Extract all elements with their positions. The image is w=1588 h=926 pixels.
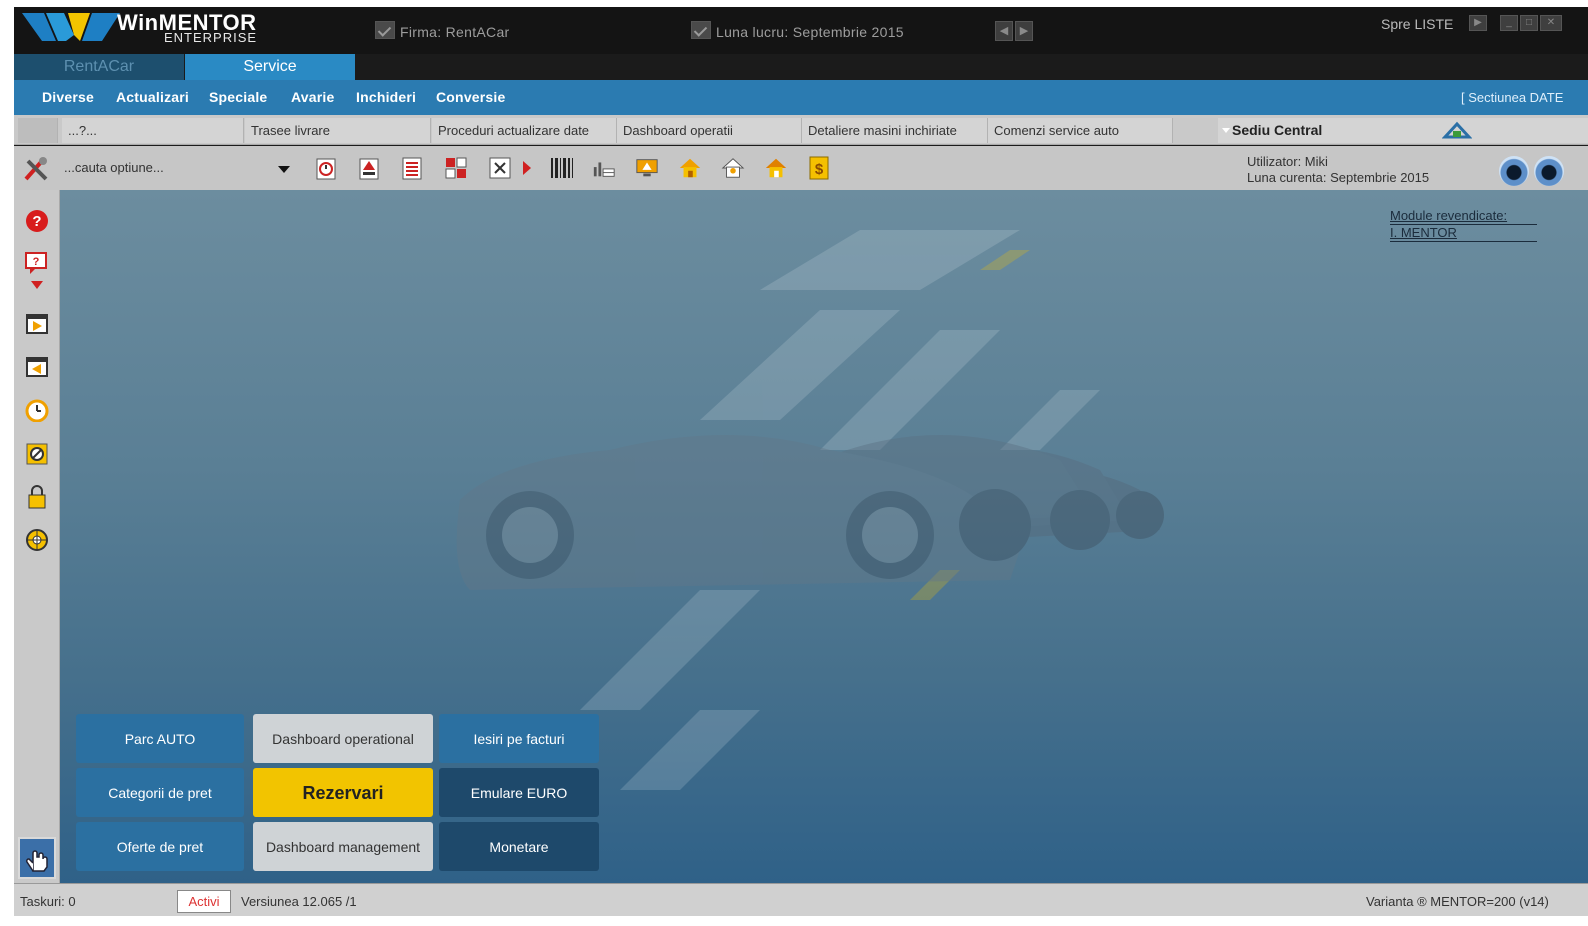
categorii-pret-button[interactable]: Categorii de pret [76,768,244,817]
winmentor-logo-icon [22,13,120,41]
dashboard-operational-button[interactable]: Dashboard operational [253,714,433,763]
eye-left-icon[interactable] [1499,156,1529,186]
app-window: WinMENTOR ENTERPRISE Firma: RentACar Lun… [14,7,1588,916]
section-label: [ Sectiunea DATE [1461,90,1564,105]
shortcut-bar: ...?... Trasee livrare Proceduri actuali… [14,115,1588,145]
menu-bar: Diverse Actualizari Speciale Avarie Inch… [14,80,1588,115]
hand-pointer-button[interactable] [18,837,56,879]
activi-button[interactable]: Activi [177,890,231,913]
house-orange-icon[interactable] [764,155,788,181]
toolbar: ...cauta optiune... $ Utilizator: Miki L… [14,146,1588,190]
firma-check-icon[interactable] [375,21,395,39]
chart-table-icon[interactable] [592,155,616,181]
hand-icon [25,850,48,872]
spre-liste-link[interactable]: Spre LISTE [1381,16,1453,32]
shortcut-detaliere-masini[interactable]: Detaliere masini inchiriate [802,118,988,143]
dashboard-management-button[interactable]: Dashboard management [253,822,433,871]
close-icon[interactable]: ✕ [1540,15,1562,31]
oferte-pret-button[interactable]: Oferte de pret [76,822,244,871]
user-info: Utilizator: Miki Luna curenta: Septembri… [1247,154,1429,186]
status-bar: Taskuri: 0 Activi Versiunea 12.065 /1 Va… [14,883,1588,916]
tab-rentacar[interactable]: RentACar [14,54,184,80]
menu-actualizari[interactable]: Actualizari [116,89,189,105]
tab-service[interactable]: Service [185,54,355,80]
calendar-forward-icon[interactable] [23,309,51,337]
eye-right-icon[interactable] [1534,156,1564,186]
prev-month-icon[interactable]: ◀ [995,21,1013,41]
iesiri-facturi-button[interactable]: Iesiri pe facturi [439,714,599,763]
luna-label: Luna lucru: Septembrie 2015 [716,24,904,40]
modules-title[interactable]: Module revendicate: [1390,208,1538,225]
claimed-modules: Module revendicate: I. MENTOR [1390,208,1538,242]
option-search-dropdown[interactable]: ...cauta optiune... [58,157,298,179]
play-small-icon[interactable] [521,155,533,181]
current-month: Luna curenta: Septembrie 2015 [1247,170,1430,185]
svg-text:?: ? [33,256,40,268]
shortcut-spacer [18,118,58,143]
minimize-icon[interactable]: _ [1500,15,1518,31]
shortcut-dashboard-operatii[interactable]: Dashboard operatii [617,118,802,143]
luna-check-icon[interactable] [691,21,711,39]
task-count: Taskuri: 0 [20,894,76,909]
rezervari-button[interactable]: Rezervari [253,768,433,817]
user-name: Utilizator: Miki [1247,154,1328,169]
shortcut-comenzi-service[interactable]: Comenzi service auto [988,118,1173,143]
chevron-down-icon [278,166,290,173]
monetare-button[interactable]: Monetare [439,822,599,871]
maximize-icon[interactable]: □ [1520,15,1538,31]
shortcut-unknown[interactable]: ...?... [62,118,244,143]
svg-text:$: $ [815,161,824,178]
house-outline-icon[interactable] [721,155,745,181]
sediu-selector[interactable]: Sediu Central [1218,118,1588,143]
menu-diverse[interactable]: Diverse [42,89,94,105]
module-tabs: RentACar Service [14,54,1588,80]
list-document-icon[interactable] [400,155,424,181]
cancel-icon[interactable] [488,155,512,181]
menu-speciale[interactable]: Speciale [209,89,267,105]
next-month-icon[interactable]: ▶ [1015,21,1033,41]
modules-item[interactable]: I. MENTOR [1390,225,1538,242]
stopwatch-icon[interactable] [314,155,338,181]
shortcut-proceduri-actualizare[interactable]: Proceduri actualizare date [432,118,617,143]
shortcut-trasee-livrare[interactable]: Trasee livrare [245,118,431,143]
home-network-icon[interactable] [1442,121,1472,139]
blocked-icon[interactable] [23,440,51,468]
title-bar: WinMENTOR ENTERPRISE Firma: RentACar Lun… [14,7,1588,54]
tools-icon[interactable] [22,155,50,183]
parc-auto-button[interactable]: Parc AUTO [76,714,244,763]
sediu-label: Sediu Central [1232,122,1323,138]
logo-subtext: ENTERPRISE [164,30,258,45]
version-label: Versiunea 12.065 /1 [241,894,357,909]
edit-document-icon[interactable] [357,155,381,181]
main-workspace: Module revendicate: I. MENTOR Parc AUTO … [60,190,1588,883]
help-icon[interactable]: ? [23,207,51,235]
grid-icon[interactable] [444,155,468,181]
emulare-euro-button[interactable]: Emulare EURO [439,768,599,817]
monitor-alert-icon[interactable] [635,155,659,181]
collapse-arrow-icon[interactable] [23,278,51,292]
firma-label: Firma: RentACar [400,24,510,40]
search-placeholder: ...cauta optiune... [64,160,164,175]
question-chat-icon[interactable]: ? [23,249,51,277]
settings-wheel-icon[interactable] [23,526,51,554]
left-sidebar: ? ? [14,190,60,883]
barcode-icon[interactable] [550,155,574,181]
menu-conversie[interactable]: Conversie [436,89,506,105]
menu-inchideri[interactable]: Inchideri [356,89,416,105]
money-icon[interactable]: $ [807,155,831,181]
timer-icon[interactable] [23,396,51,424]
lock-icon[interactable] [23,483,51,511]
forward-icon[interactable]: ▶ [1469,15,1487,31]
variant-label: Varianta ® MENTOR=200 (v14) [1366,894,1549,909]
svg-text:?: ? [32,213,41,230]
house-yellow-icon[interactable] [678,155,702,181]
menu-avarie[interactable]: Avarie [291,89,335,105]
calendar-back-icon[interactable] [23,352,51,380]
